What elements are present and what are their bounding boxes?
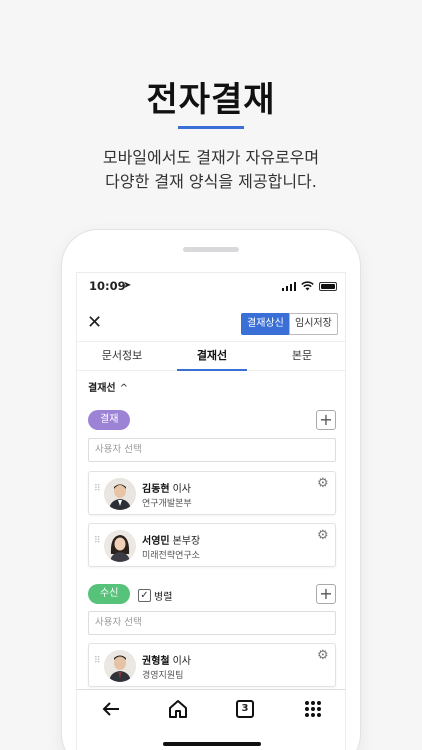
drag-handle-icon[interactable]: ⠿: [94, 657, 102, 666]
avatar: [104, 478, 136, 510]
receive-chip[interactable]: 수신: [88, 584, 131, 604]
parallel-checkbox[interactable]: ✓ 병렬: [138, 588, 172, 603]
home-icon[interactable]: [166, 698, 190, 722]
approval-chip[interactable]: 결재: [88, 410, 131, 430]
approver-dept: 연구개발본부: [142, 499, 192, 509]
phone-frame: 10:09 ➤ ✕ 결재상신 임시저장 문서정보 결재선 본문 결재선 ^ 결재…: [62, 230, 360, 750]
tab-body[interactable]: 본문: [257, 342, 345, 370]
tab-document-info[interactable]: 문서정보: [77, 342, 167, 370]
drag-handle-icon[interactable]: ⠿: [94, 485, 102, 494]
bottom-nav-bar: 3: [77, 689, 345, 750]
receiver-card[interactable]: ⠿ 권형철 이사 경영지원팀 ⚙: [88, 643, 336, 687]
avatar: [104, 530, 136, 562]
add-receiver-button[interactable]: +: [316, 584, 336, 604]
close-icon[interactable]: ✕: [87, 314, 105, 332]
approver-name: 김동현: [142, 484, 170, 495]
receiver-user-select[interactable]: 사용자 선택: [88, 611, 336, 635]
submit-approval-button[interactable]: 결재상신: [241, 313, 290, 335]
location-arrow-icon: ➤: [123, 280, 132, 291]
tabs-icon[interactable]: 3: [233, 698, 257, 722]
approver-dept: 미래전략연구소: [142, 551, 200, 561]
home-indicator: [163, 742, 261, 746]
hero-underline: [178, 126, 244, 129]
section-title: 결재선: [88, 383, 116, 394]
approver-card[interactable]: ⠿ 서영민 본부장 미래전략연구소 ⚙: [88, 523, 336, 567]
gear-icon[interactable]: ⚙: [317, 477, 329, 490]
checkmark-icon[interactable]: ✓: [138, 589, 151, 602]
hero-title: 전자결재: [146, 80, 276, 120]
receiver-title: 이사: [172, 656, 192, 667]
battery-icon: [319, 281, 337, 291]
approver-title: 이사: [172, 484, 192, 495]
gear-icon[interactable]: ⚙: [317, 529, 329, 542]
tab-approval-line[interactable]: 결재선: [167, 342, 257, 371]
status-bar: 10:09 ➤: [77, 273, 345, 303]
approver-title: 본부장: [172, 536, 201, 547]
tab-count: 3: [236, 700, 254, 718]
approver-user-select[interactable]: 사용자 선택: [88, 438, 336, 462]
signal-icon: [281, 281, 296, 291]
back-arrow-icon[interactable]: [99, 698, 123, 722]
grid-menu-icon[interactable]: [301, 698, 325, 722]
approver-card[interactable]: ⠿ 김동현 이사 연구개발본부 ⚙: [88, 471, 336, 515]
gear-icon[interactable]: ⚙: [317, 649, 329, 662]
avatar: [104, 650, 136, 682]
hero-subtitle-line2: 다양한 결재 양식을 제공합니다.: [105, 172, 317, 191]
drag-handle-icon[interactable]: ⠿: [94, 537, 102, 546]
phone-speaker: [183, 247, 239, 252]
status-icons: [281, 281, 337, 291]
hero-subtitle: 모바일에서도 결재가 자유로우며 다양한 결재 양식을 제공합니다.: [0, 146, 422, 194]
receiver-name: 권형철: [142, 656, 170, 667]
tab-bar: 문서정보 결재선 본문: [77, 341, 345, 371]
receiver-dept: 경영지원팀: [142, 671, 184, 681]
wifi-icon: [301, 281, 314, 291]
chevron-up-icon[interactable]: ^: [120, 383, 128, 394]
add-approver-button[interactable]: +: [316, 410, 336, 430]
approval-line-section-header[interactable]: 결재선 ^: [88, 379, 128, 394]
hero-subtitle-line1: 모바일에서도 결재가 자유로우며: [102, 148, 320, 167]
app-screen: 10:09 ➤ ✕ 결재상신 임시저장 문서정보 결재선 본문 결재선 ^ 결재…: [76, 272, 346, 750]
temp-save-button[interactable]: 임시저장: [289, 313, 338, 335]
parallel-label: 병렬: [154, 592, 173, 603]
status-time: 10:09: [89, 279, 126, 293]
approver-name: 서영민: [142, 536, 170, 547]
toolbar: ✕ 결재상신 임시저장: [77, 311, 345, 339]
